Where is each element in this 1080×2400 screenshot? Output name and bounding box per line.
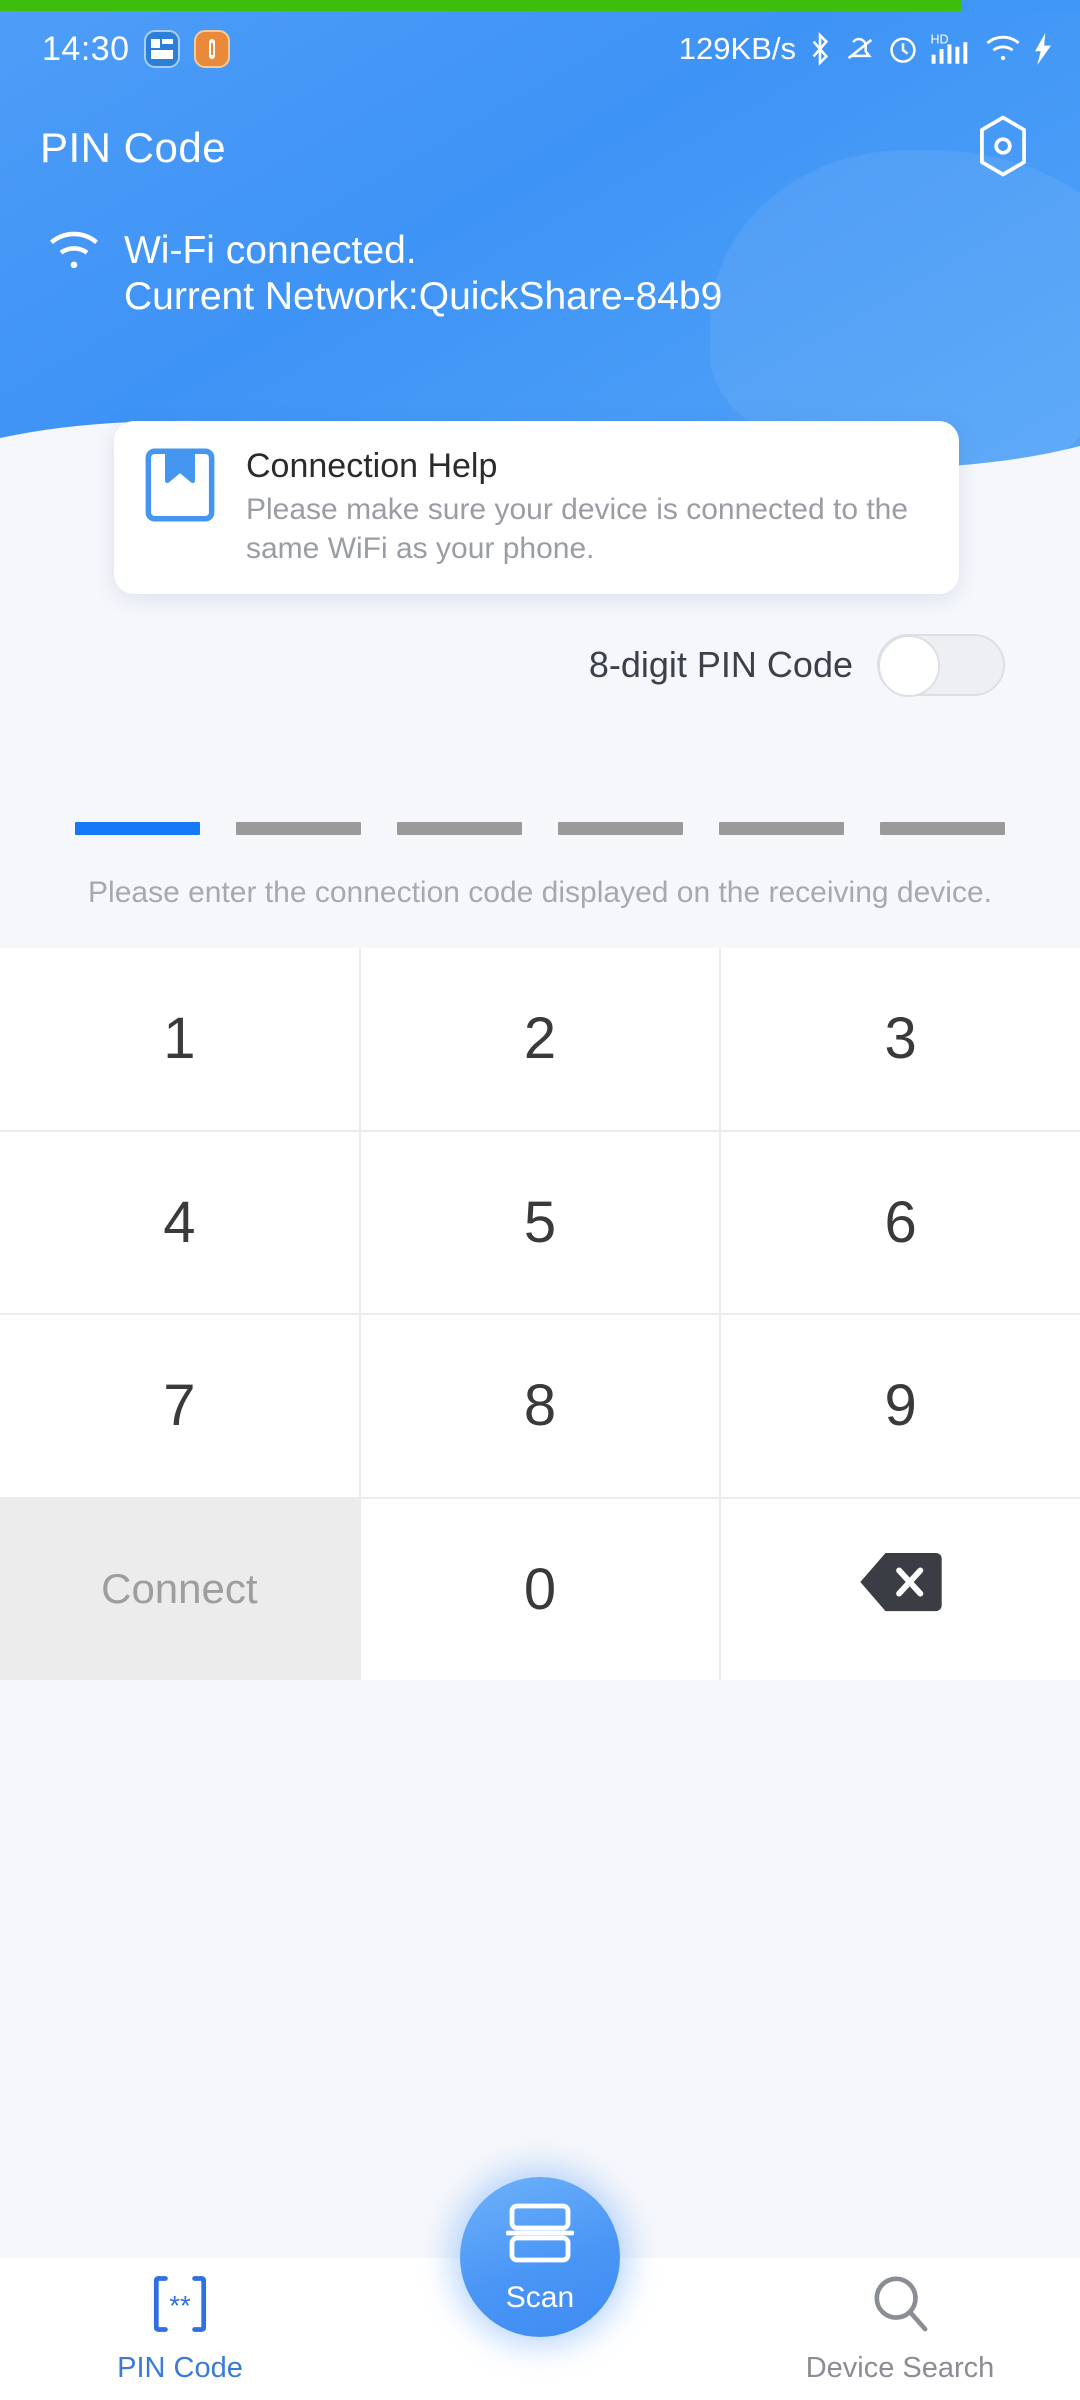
numeric-keypad: 1 2 3 4 5 6 7 8 9 Connect 0 [0, 948, 1080, 1680]
pin-digit-slot[interactable] [75, 822, 200, 835]
pin-length-toggle-label: 8-digit PIN Code [588, 644, 853, 685]
scan-button[interactable]: Scan [460, 2177, 620, 2337]
pin-digit-slot[interactable] [236, 822, 361, 835]
hd-signal-icon: HD [930, 32, 974, 66]
svg-text:HD: HD [930, 32, 948, 46]
status-bar-right: 129KB/s HD [679, 31, 1054, 67]
pin-digit-slot[interactable] [397, 822, 522, 835]
key-0[interactable]: 0 [360, 1498, 720, 1680]
backspace-icon [858, 1551, 944, 1627]
key-9[interactable]: 9 [721, 1315, 1080, 1497]
nav-item-pin-code-label: PIN Code [117, 2352, 243, 2384]
charging-bolt-icon [1032, 33, 1054, 65]
connection-help-body: Please make sure your device is connecte… [246, 493, 909, 565]
hexagon-settings-icon [975, 115, 1031, 182]
app-badge-orange-icon [193, 30, 230, 68]
network-speed-label: 129KB/s [678, 31, 796, 66]
wifi-status-icon [48, 228, 100, 320]
toggle-knob [878, 635, 940, 697]
key-3[interactable]: 3 [721, 948, 1080, 1130]
key-8[interactable]: 8 [360, 1315, 720, 1497]
wifi-status: Wi-Fi connected. Current Network:QuickSh… [48, 228, 722, 320]
page-load-progress-bar [0, 0, 1080, 11]
nav-item-device-search[interactable]: Device Search [720, 2273, 1080, 2385]
pin-digit-slot[interactable] [719, 822, 844, 835]
page-load-progress-fill [0, 0, 962, 11]
connection-help-text: Connection Help Please make sure your de… [246, 447, 931, 568]
connect-button[interactable]: Connect [0, 1498, 359, 1680]
pin-digit-slot[interactable] [558, 822, 683, 835]
bluetooth-icon [807, 32, 833, 66]
wifi-icon [985, 34, 1021, 64]
status-bar-left: 14:30 [42, 30, 230, 69]
nav-item-device-search-label: Device Search [805, 2352, 995, 2384]
mute-bell-icon [844, 33, 876, 65]
status-bar: 14:30 129KB/s HD [0, 0, 1080, 84]
pin-code-field[interactable] [0, 822, 1080, 835]
pin-digit-slot[interactable] [880, 822, 1005, 835]
wifi-status-line2: Current Network:QuickShare-84b9 [124, 275, 723, 319]
key-1[interactable]: 1 [0, 948, 359, 1130]
key-6[interactable]: 6 [721, 1131, 1080, 1313]
status-clock: 14:30 [42, 29, 130, 68]
search-icon [871, 2273, 929, 2340]
backspace-button[interactable] [721, 1498, 1080, 1680]
wifi-status-line1: Wi-Fi connected. [124, 229, 417, 272]
title-bar: PIN Code [0, 100, 1080, 196]
key-4[interactable]: 4 [0, 1131, 359, 1313]
alarm-clock-icon [887, 33, 919, 65]
scan-frame-icon [505, 2200, 575, 2271]
nav-item-pin-code[interactable]: ** PIN Code [0, 2273, 360, 2385]
wifi-status-text: Wi-Fi connected. Current Network:QuickSh… [124, 228, 722, 320]
app-badge-blue-icon [143, 30, 180, 68]
app-screen: 14:30 129KB/s HD PIN Code Wi-Fi connecte… [0, 0, 1080, 2400]
key-2[interactable]: 2 [360, 948, 720, 1130]
pin-length-toggle-row: 8-digit PIN Code [0, 634, 1080, 697]
connection-help-card[interactable]: Connection Help Please make sure your de… [114, 421, 959, 594]
key-5[interactable]: 5 [360, 1131, 720, 1313]
page-title: PIN Code [40, 124, 227, 171]
scan-button-label: Scan [505, 2280, 575, 2314]
bookmark-icon [144, 447, 216, 568]
pin-entry-hint: Please enter the connection code display… [88, 876, 992, 909]
connection-help-title: Connection Help [246, 447, 498, 485]
settings-button[interactable] [966, 111, 1040, 185]
svg-text:**: ** [169, 2290, 191, 2321]
pin-code-icon: ** [150, 2273, 210, 2340]
key-7[interactable]: 7 [0, 1315, 359, 1497]
pin-length-toggle[interactable] [877, 634, 1005, 697]
